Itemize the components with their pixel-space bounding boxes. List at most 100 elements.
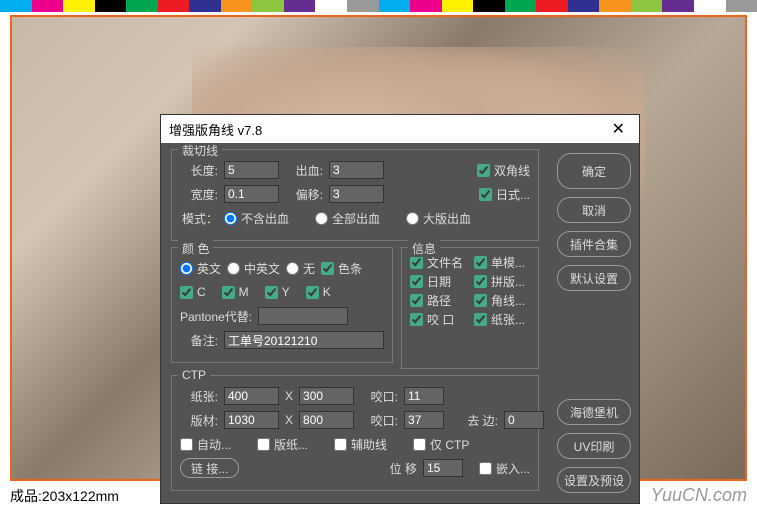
guide-checkbox[interactable] — [334, 438, 347, 451]
cancel-button[interactable]: 取消 — [557, 197, 631, 223]
cnen-label: 中英文 — [244, 260, 280, 277]
bite2-label: 咬口: — [360, 412, 398, 429]
uv-button[interactable]: UV印刷 — [557, 433, 631, 459]
paper-checkbox[interactable] — [474, 313, 487, 326]
date-checkbox[interactable] — [410, 275, 423, 288]
double-line-checkbox[interactable] — [477, 164, 490, 177]
paper-w-input[interactable] — [224, 387, 279, 405]
ctp-paper-label: 纸张: — [180, 388, 218, 405]
length-label: 长度: — [180, 162, 218, 179]
path-label: 路径 — [427, 292, 451, 309]
y-label: Y — [282, 285, 290, 299]
bite1-input[interactable] — [404, 387, 444, 405]
puzzle-checkbox[interactable] — [474, 275, 487, 288]
ctp-group: CTP 纸张: X 咬口: 版材: X 咬口: 去 边: — [171, 375, 539, 491]
m-checkbox[interactable] — [222, 286, 235, 299]
mode-big-radio[interactable] — [406, 212, 419, 225]
watermark-text: YuuCN.com — [651, 485, 747, 506]
english-label: 英文 — [197, 260, 221, 277]
defaults-button[interactable]: 默认设置 — [557, 265, 631, 291]
mode-none-radio[interactable] — [224, 212, 237, 225]
trim-input[interactable] — [504, 411, 544, 429]
mode-big-label: 大版出血 — [423, 210, 471, 227]
heidelberg-button[interactable]: 海德堡机 — [557, 399, 631, 425]
shift-input[interactable] — [423, 459, 463, 477]
k-label: K — [323, 285, 331, 299]
dialog-titlebar: 增强版角线 v7.8 ✕ — [161, 115, 639, 143]
platepaper-label: 版纸... — [274, 436, 308, 453]
embed-label: 嵌入... — [496, 460, 530, 477]
x-label-1: X — [285, 389, 293, 403]
paper-h-input[interactable] — [299, 387, 354, 405]
c-checkbox[interactable] — [180, 286, 193, 299]
paper-label: 纸张... — [491, 311, 525, 328]
link-button[interactable]: 链 接... — [180, 458, 239, 478]
none-label: 无 — [303, 260, 315, 277]
color-group-title: 颜 色 — [178, 240, 213, 257]
filename-checkbox[interactable] — [410, 256, 423, 269]
english-radio[interactable] — [180, 262, 193, 275]
colorbar-label: 色条 — [338, 260, 362, 277]
pantone-label: Pantone代替: — [180, 308, 252, 325]
crop-group-title: 裁切线 — [178, 143, 222, 159]
bite-label: 咬 口 — [427, 311, 454, 328]
mode-all-radio[interactable] — [315, 212, 328, 225]
embed-checkbox[interactable] — [479, 462, 492, 475]
offset-input[interactable] — [329, 185, 384, 203]
preset-button[interactable]: 设置及预设 — [557, 467, 631, 493]
only-ctp-label: 仅 CTP — [430, 436, 469, 453]
single-checkbox[interactable] — [474, 256, 487, 269]
offset-label: 偏移: — [285, 186, 323, 203]
single-label: 单模... — [491, 254, 525, 271]
width-label: 宽度: — [180, 186, 218, 203]
guide-label: 辅助线 — [351, 436, 387, 453]
status-size: 成品:203x122mm — [10, 486, 119, 506]
bleed-label: 出血: — [285, 162, 323, 179]
date-label: 日期 — [427, 273, 451, 290]
mode-label: 模式： — [180, 210, 218, 227]
plate-label: 版材: — [180, 412, 218, 429]
corner-label: 角线... — [491, 292, 525, 309]
color-registration-bar — [0, 0, 757, 12]
trim-label: 去 边: — [460, 412, 498, 429]
corner-checkbox[interactable] — [474, 294, 487, 307]
none-radio[interactable] — [286, 262, 299, 275]
bite-checkbox[interactable] — [410, 313, 423, 326]
platepaper-checkbox[interactable] — [257, 438, 270, 451]
ok-button[interactable]: 确定 — [557, 153, 631, 189]
width-input[interactable] — [224, 185, 279, 203]
close-icon[interactable]: ✕ — [606, 119, 631, 139]
pantone-input[interactable] — [258, 307, 348, 325]
note-label: 备注: — [180, 332, 218, 349]
plugins-button[interactable]: 插件合集 — [557, 231, 631, 257]
color-group: 颜 色 英文 中英文 无 色条 C M Y K Pantone代替: — [171, 247, 393, 363]
m-label: M — [239, 285, 249, 299]
japanese-checkbox[interactable] — [479, 188, 492, 201]
bite1-label: 咬口: — [360, 388, 398, 405]
k-checkbox[interactable] — [306, 286, 319, 299]
bleed-input[interactable] — [329, 161, 384, 179]
plate-h-input[interactable] — [299, 411, 354, 429]
note-input[interactable] — [224, 331, 384, 349]
cnen-radio[interactable] — [227, 262, 240, 275]
dialog-title: 增强版角线 v7.8 — [169, 120, 606, 139]
y-checkbox[interactable] — [265, 286, 278, 299]
crop-marks-dialog: 增强版角线 v7.8 ✕ 裁切线 长度: 出血: 双角线 宽度: 偏移: — [160, 114, 640, 504]
shift-label: 位 移 — [390, 460, 417, 477]
bite2-input[interactable] — [404, 411, 444, 429]
ctp-group-title: CTP — [178, 368, 210, 382]
auto-label: 自动... — [197, 436, 231, 453]
mode-none-label: 不含出血 — [241, 210, 289, 227]
path-checkbox[interactable] — [410, 294, 423, 307]
crop-group: 裁切线 长度: 出血: 双角线 宽度: 偏移: 日式... 模式： — [171, 149, 539, 241]
puzzle-label: 拼版... — [491, 273, 525, 290]
info-group-title: 信息 — [408, 240, 440, 257]
colorbar-checkbox[interactable] — [321, 262, 334, 275]
x-label-2: X — [285, 413, 293, 427]
info-group: 信息 文件名 单模... 日期 拼版... 路径 角线... 咬 口 纸张... — [401, 247, 539, 369]
auto-checkbox[interactable] — [180, 438, 193, 451]
length-input[interactable] — [224, 161, 279, 179]
mode-all-label: 全部出血 — [332, 210, 380, 227]
only-ctp-checkbox[interactable] — [413, 438, 426, 451]
plate-w-input[interactable] — [224, 411, 279, 429]
